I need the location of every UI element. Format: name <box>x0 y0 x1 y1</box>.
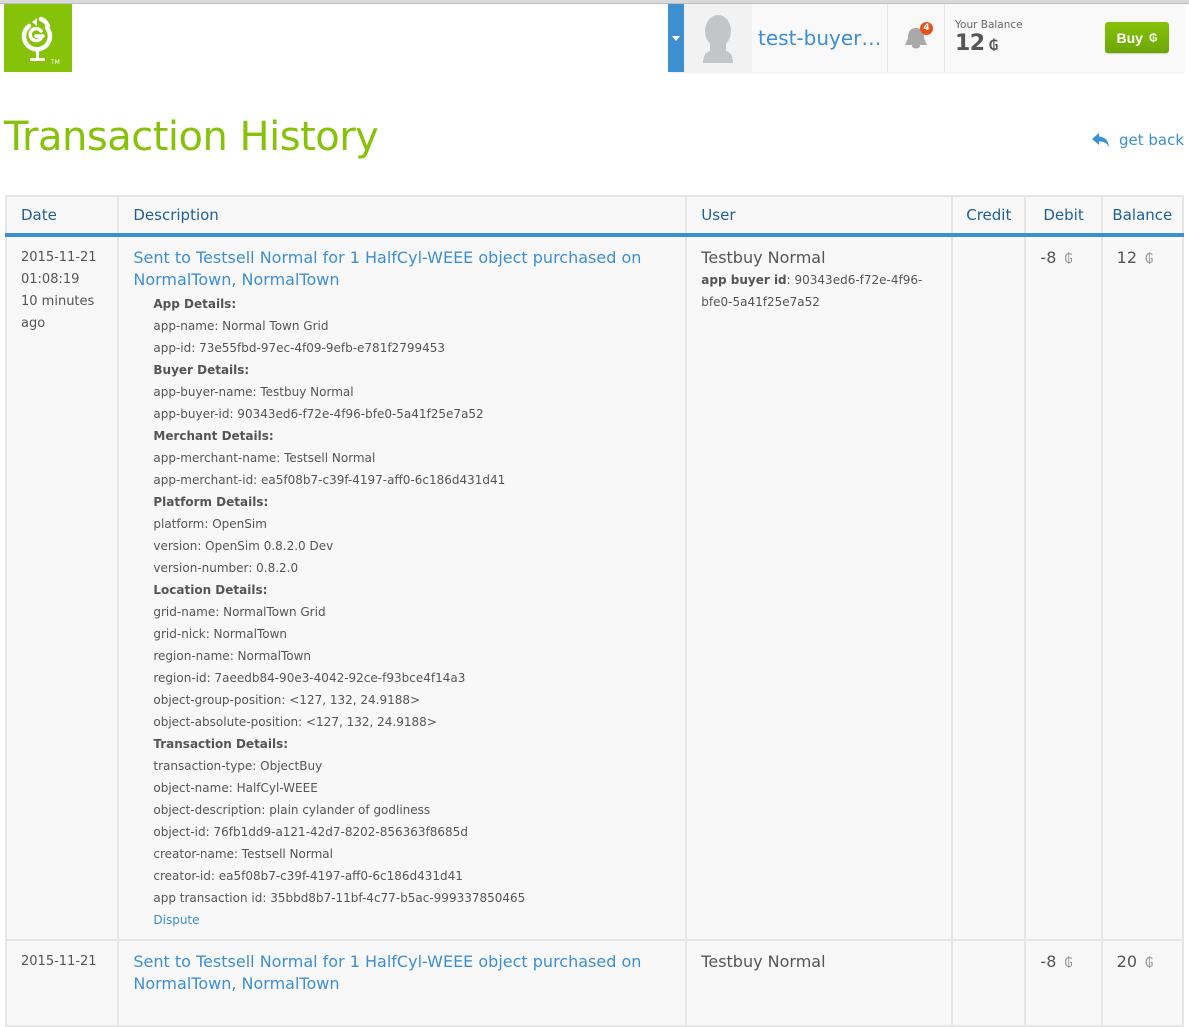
dispute-link[interactable]: Dispute <box>153 913 199 927</box>
details-line: app-buyer-name: Testbuy Normal <box>153 385 354 399</box>
balance-value: 12 ₲ <box>955 31 998 56</box>
date: 2015-11-21 <box>21 250 97 265</box>
dispute-wrapper: Dispute <box>153 909 671 931</box>
description-cell: Sent to Testsell Normal for 1 HalfCyl-WE… <box>117 939 688 1027</box>
details-section-heading: Buyer Details: <box>153 363 250 377</box>
transaction-description-link[interactable]: Sent to Testsell Normal for 1 HalfCyl-WE… <box>133 951 671 995</box>
details-line: object-group-position: <127, 132, 24.918… <box>153 693 421 707</box>
currency-icon: ₲ <box>1064 252 1073 267</box>
details-section-heading: App Details: <box>153 297 237 311</box>
currency-icon: ₲ <box>1148 31 1158 44</box>
date-cell: 2015-11-21 01:08:19 10 minutes ago <box>4 234 120 941</box>
details-line: version-number: 0.8.2.0 <box>153 561 299 575</box>
caret-down-icon <box>672 35 680 41</box>
details-line: app-id: 73e55fbd-97ec-4f09-9efb-e781f279… <box>153 341 445 355</box>
column-header-credit[interactable]: Credit <box>951 195 1027 237</box>
details-line: creator-name: Testsell Normal <box>153 847 333 861</box>
relative-time: 10 minutes <box>21 294 95 309</box>
reply-arrow-icon <box>1091 133 1109 147</box>
user-id-label: app buyer id <box>701 273 787 287</box>
username-link[interactable]: test-buyer… <box>752 4 888 72</box>
column-header-debit[interactable]: Debit <box>1024 195 1103 237</box>
currency-icon: ₲ <box>988 38 999 54</box>
debit-amount: -8 ₲ <box>1040 248 1072 267</box>
column-header-description[interactable]: Description <box>117 195 688 237</box>
balance-amount: 12 ₲ <box>1117 248 1154 267</box>
debit-cell: -8 ₲ <box>1024 939 1103 1027</box>
debit-amount: -8 ₲ <box>1040 952 1072 971</box>
notifications-button[interactable]: 4 <box>888 4 945 72</box>
details-section-heading: Platform Details: <box>153 495 269 509</box>
balance-panel: Your Balance 12 ₲ Buy ₲ <box>945 4 1184 72</box>
details-line: grid-name: NormalTown Grid <box>153 605 326 619</box>
debit-cell: -8 ₲ <box>1024 234 1103 941</box>
currency-icon: ₲ <box>1064 956 1073 971</box>
details-line: object-name: HalfCyl-WEEE <box>153 781 318 795</box>
balance-value: 12 <box>1116 248 1138 267</box>
get-back-label: get back <box>1118 131 1184 149</box>
balance-amount: 20 ₲ <box>1117 952 1154 971</box>
table-header-row: Date Description User Credit Debit Balan… <box>4 195 1185 237</box>
details-section-heading: Transaction Details: <box>153 737 289 751</box>
currency-icon: ₲ <box>1145 956 1154 971</box>
balance-value: 20 <box>1116 952 1138 971</box>
debit-value: -8 <box>1040 248 1057 267</box>
table-row: 2015-11-21 01:08:19 10 minutes ago Sent … <box>4 234 1185 941</box>
column-header-date[interactable]: Date <box>4 195 120 237</box>
balance-cell: 20 ₲ <box>1100 939 1185 1027</box>
details-line: app-buyer-id: 90343ed6-f72e-4f96-bfe0-5a… <box>153 407 484 421</box>
user-bar: test-buyer… 4 Your Balance 12 ₲ Buy ₲ <box>668 4 1184 72</box>
details-line: app transaction id: 35bbd8b7-11bf-4c77-b… <box>153 891 526 905</box>
get-back-link[interactable]: get back <box>1091 131 1184 149</box>
logo[interactable]: TM <box>4 4 72 72</box>
buy-label: Buy <box>1116 29 1143 46</box>
details-line: app-name: Normal Town Grid <box>153 319 329 333</box>
transaction-description-link[interactable]: Sent to Testsell Normal for 1 HalfCyl-WE… <box>133 247 671 291</box>
details-line: app-merchant-id: ea5f08b7-c39f-4197-aff0… <box>153 473 506 487</box>
column-header-balance[interactable]: Balance <box>1100 195 1185 237</box>
currency-icon: ₲ <box>1145 252 1154 267</box>
column-header-user[interactable]: User <box>685 195 954 237</box>
credit-cell <box>951 234 1027 941</box>
table-row: 2015-11-21 Sent to Testsell Normal for 1… <box>4 939 1185 1027</box>
credit-cell <box>951 939 1027 1027</box>
details-line: platform: OpenSim <box>153 517 267 531</box>
notification-count-badge: 4 <box>920 22 933 35</box>
menu-toggle-button[interactable] <box>668 4 684 72</box>
user-cell: Testbuy Normal app buyer id: 90343ed6-f7… <box>685 234 954 941</box>
description-cell: Sent to Testsell Normal for 1 HalfCyl-WE… <box>117 234 688 941</box>
details-line: object-id: 76fb1dd9-a121-42d7-8202-85636… <box>153 825 468 839</box>
details-line: grid-nick: NormalTown <box>153 627 288 641</box>
details-line: object-absolute-position: <127, 132, 24.… <box>153 715 437 729</box>
user-name: Testbuy Normal <box>701 248 826 267</box>
user-id: app buyer id: 90343ed6-f72e-4f96-bfe0-5a… <box>701 269 937 313</box>
details-section-heading: Location Details: <box>153 583 268 597</box>
date-cell: 2015-11-21 <box>4 939 120 1027</box>
transaction-details: App Details: app-name: Normal Town Grid ap… <box>133 291 671 931</box>
buy-button[interactable]: Buy ₲ <box>1105 22 1169 53</box>
relative-time-suffix: ago <box>21 316 46 331</box>
details-line: object-description: plain cylander of go… <box>153 803 431 817</box>
details-line: creator-id: ea5f08b7-c39f-4197-aff0-6c18… <box>153 869 463 883</box>
default-avatar-icon <box>703 15 733 63</box>
user-name: Testbuy Normal <box>701 952 826 971</box>
details-line: transaction-type: ObjectBuy <box>153 759 323 773</box>
time: 01:08:19 <box>21 272 80 287</box>
balance-label: Your Balance <box>955 19 1023 31</box>
balance-amount: 12 <box>955 31 985 56</box>
transaction-table: Date Description User Credit Debit Balan… <box>4 195 1185 1027</box>
user-cell: Testbuy Normal <box>685 939 954 1027</box>
page-title: Transaction History <box>4 114 379 160</box>
globe-logo-icon: TM <box>21 16 60 66</box>
details-line: region-id: 7aeedb84-90e3-4042-92ce-f93bc… <box>153 671 466 685</box>
debit-value: -8 <box>1040 952 1057 971</box>
balance-cell: 12 ₲ <box>1100 234 1185 941</box>
details-section-heading: Merchant Details: <box>153 429 274 443</box>
details-line: region-name: NormalTown <box>153 649 312 663</box>
svg-text:TM: TM <box>50 59 60 66</box>
details-line: version: OpenSim 0.8.2.0 Dev <box>153 539 334 553</box>
avatar[interactable] <box>684 4 752 72</box>
details-line: app-merchant-name: Testsell Normal <box>153 451 376 465</box>
date: 2015-11-21 <box>21 954 97 969</box>
